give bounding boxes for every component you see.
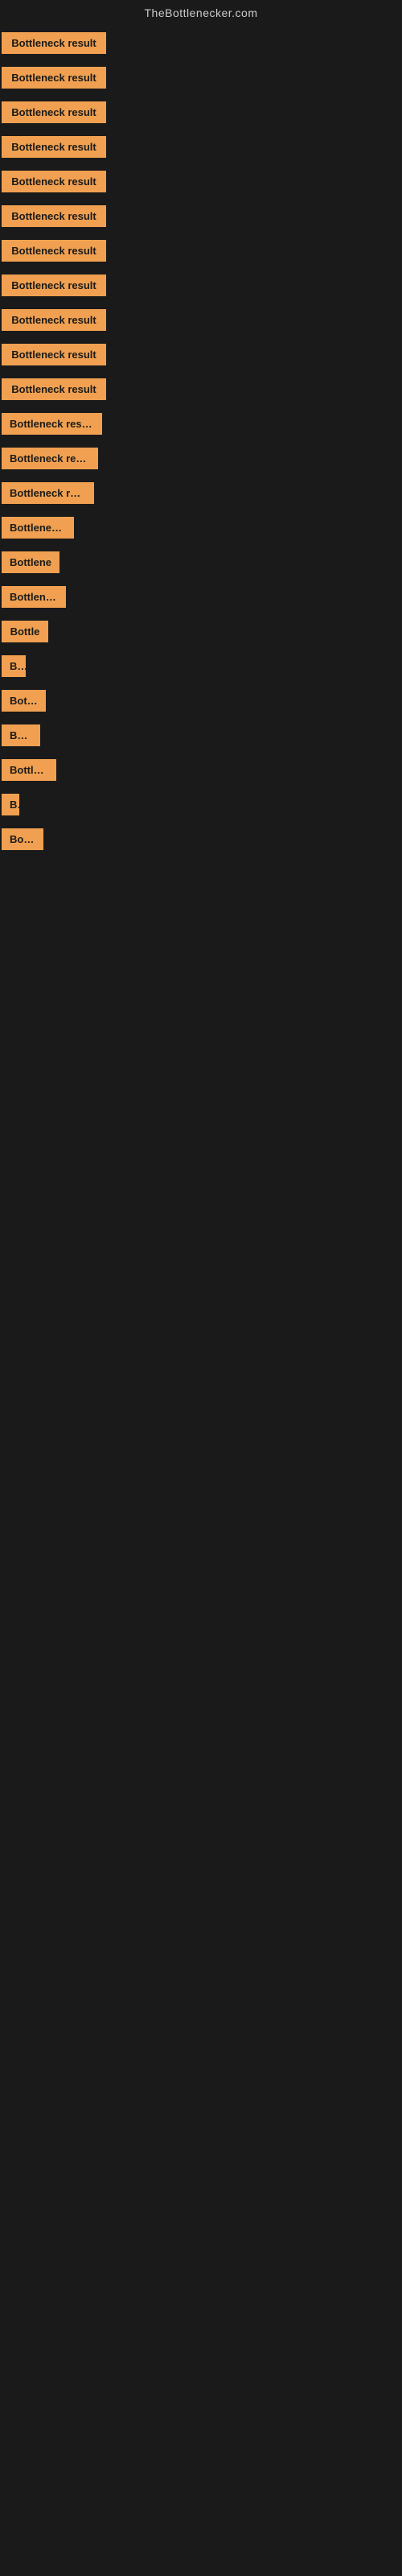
- bottleneck-result-button-18[interactable]: Bottle: [2, 621, 48, 642]
- bottleneck-result-button-12[interactable]: Bottleneck result: [2, 413, 102, 435]
- bottleneck-result-button-14[interactable]: Bottleneck result: [2, 482, 94, 504]
- bottleneck-result-button-2[interactable]: Bottleneck result: [2, 67, 106, 89]
- button-row-9: Bottleneck result: [0, 303, 402, 337]
- button-row-15: Bottleneck r: [0, 510, 402, 545]
- bottleneck-result-button-1[interactable]: Bottleneck result: [2, 32, 106, 54]
- button-row-21: Bottl: [0, 718, 402, 753]
- button-row-12: Bottleneck result: [0, 407, 402, 441]
- bottleneck-result-button-13[interactable]: Bottleneck result: [2, 448, 98, 469]
- button-row-22: Bottlene: [0, 753, 402, 787]
- bottleneck-result-button-3[interactable]: Bottleneck result: [2, 101, 106, 123]
- site-title: TheBottlenecker.com: [0, 0, 402, 26]
- bottleneck-result-button-23[interactable]: B: [2, 794, 19, 815]
- button-row-18: Bottle: [0, 614, 402, 649]
- button-row-10: Bottleneck result: [0, 337, 402, 372]
- button-row-5: Bottleneck result: [0, 164, 402, 199]
- button-row-11: Bottleneck result: [0, 372, 402, 407]
- bottleneck-result-button-15[interactable]: Bottleneck r: [2, 517, 74, 539]
- button-row-24: Bottle: [0, 822, 402, 857]
- button-row-4: Bottleneck result: [0, 130, 402, 164]
- bottleneck-result-button-19[interactable]: Bo: [2, 655, 26, 677]
- bottleneck-result-button-11[interactable]: Bottleneck result: [2, 378, 106, 400]
- button-row-13: Bottleneck result: [0, 441, 402, 476]
- bottleneck-result-button-21[interactable]: Bottl: [2, 724, 40, 746]
- button-row-2: Bottleneck result: [0, 60, 402, 95]
- button-row-16: Bottlene: [0, 545, 402, 580]
- bottleneck-result-button-6[interactable]: Bottleneck result: [2, 205, 106, 227]
- button-row-8: Bottleneck result: [0, 268, 402, 303]
- button-row-14: Bottleneck result: [0, 476, 402, 510]
- bottleneck-result-button-4[interactable]: Bottleneck result: [2, 136, 106, 158]
- bottleneck-result-button-20[interactable]: Bottler: [2, 690, 46, 712]
- bottleneck-result-button-22[interactable]: Bottlene: [2, 759, 56, 781]
- bottleneck-result-button-8[interactable]: Bottleneck result: [2, 275, 106, 296]
- button-row-19: Bo: [0, 649, 402, 683]
- bottleneck-result-button-9[interactable]: Bottleneck result: [2, 309, 106, 331]
- button-row-3: Bottleneck result: [0, 95, 402, 130]
- bottleneck-result-button-7[interactable]: Bottleneck result: [2, 240, 106, 262]
- bottleneck-result-button-24[interactable]: Bottle: [2, 828, 43, 850]
- bottleneck-result-button-17[interactable]: Bottleneck: [2, 586, 66, 608]
- button-row-6: Bottleneck result: [0, 199, 402, 233]
- button-row-1: Bottleneck result: [0, 26, 402, 60]
- button-row-23: B: [0, 787, 402, 822]
- button-row-7: Bottleneck result: [0, 233, 402, 268]
- button-row-17: Bottleneck: [0, 580, 402, 614]
- bottleneck-result-button-16[interactable]: Bottlene: [2, 551, 59, 573]
- bottleneck-result-button-5[interactable]: Bottleneck result: [2, 171, 106, 192]
- bottleneck-result-button-10[interactable]: Bottleneck result: [2, 344, 106, 365]
- button-row-20: Bottler: [0, 683, 402, 718]
